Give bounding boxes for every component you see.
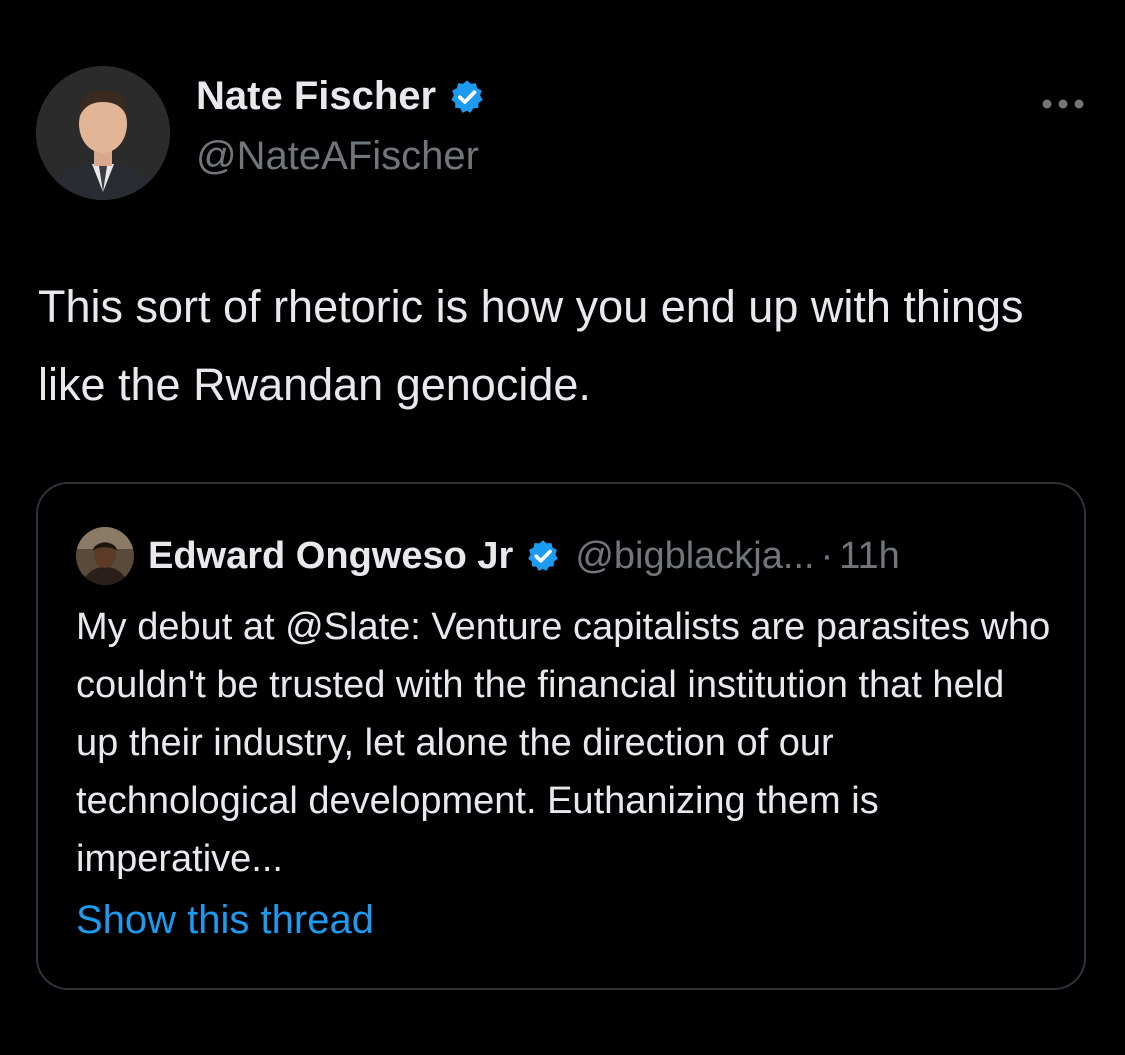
more-options-button[interactable] (1037, 84, 1089, 124)
quoted-tweet-header: Edward Ongweso Jr @bigblackja... · 11h (76, 524, 900, 588)
more-horizontal-icon (1042, 99, 1084, 109)
author-handle[interactable]: @NateAFischer (196, 134, 479, 179)
quoted-author-avatar[interactable] (76, 527, 134, 585)
tweet-text: This sort of rhetoric is how you end up … (38, 281, 1024, 410)
verified-badge-icon (525, 538, 561, 574)
quoted-tweet-card[interactable]: Edward Ongweso Jr @bigblackja... · 11h M… (36, 482, 1086, 990)
quoted-author-handle[interactable]: @bigblackja... (575, 535, 814, 578)
avatar-photo-icon (76, 527, 134, 585)
author-name[interactable]: Nate Fischer (196, 74, 436, 119)
separator-dot: · (820, 534, 834, 577)
author-avatar[interactable] (36, 66, 170, 200)
verified-badge-icon (448, 78, 486, 116)
quoted-tweet-timestamp[interactable]: 11h (839, 535, 900, 578)
avatar-photo-icon (36, 66, 170, 200)
quoted-tweet-text: My debut at @Slate: Venture capitalists … (76, 606, 1051, 880)
quoted-author-name[interactable]: Edward Ongweso Jr (148, 535, 513, 578)
author-name-row[interactable]: Nate Fischer (196, 74, 486, 119)
show-thread-link[interactable]: Show this thread (76, 898, 374, 943)
